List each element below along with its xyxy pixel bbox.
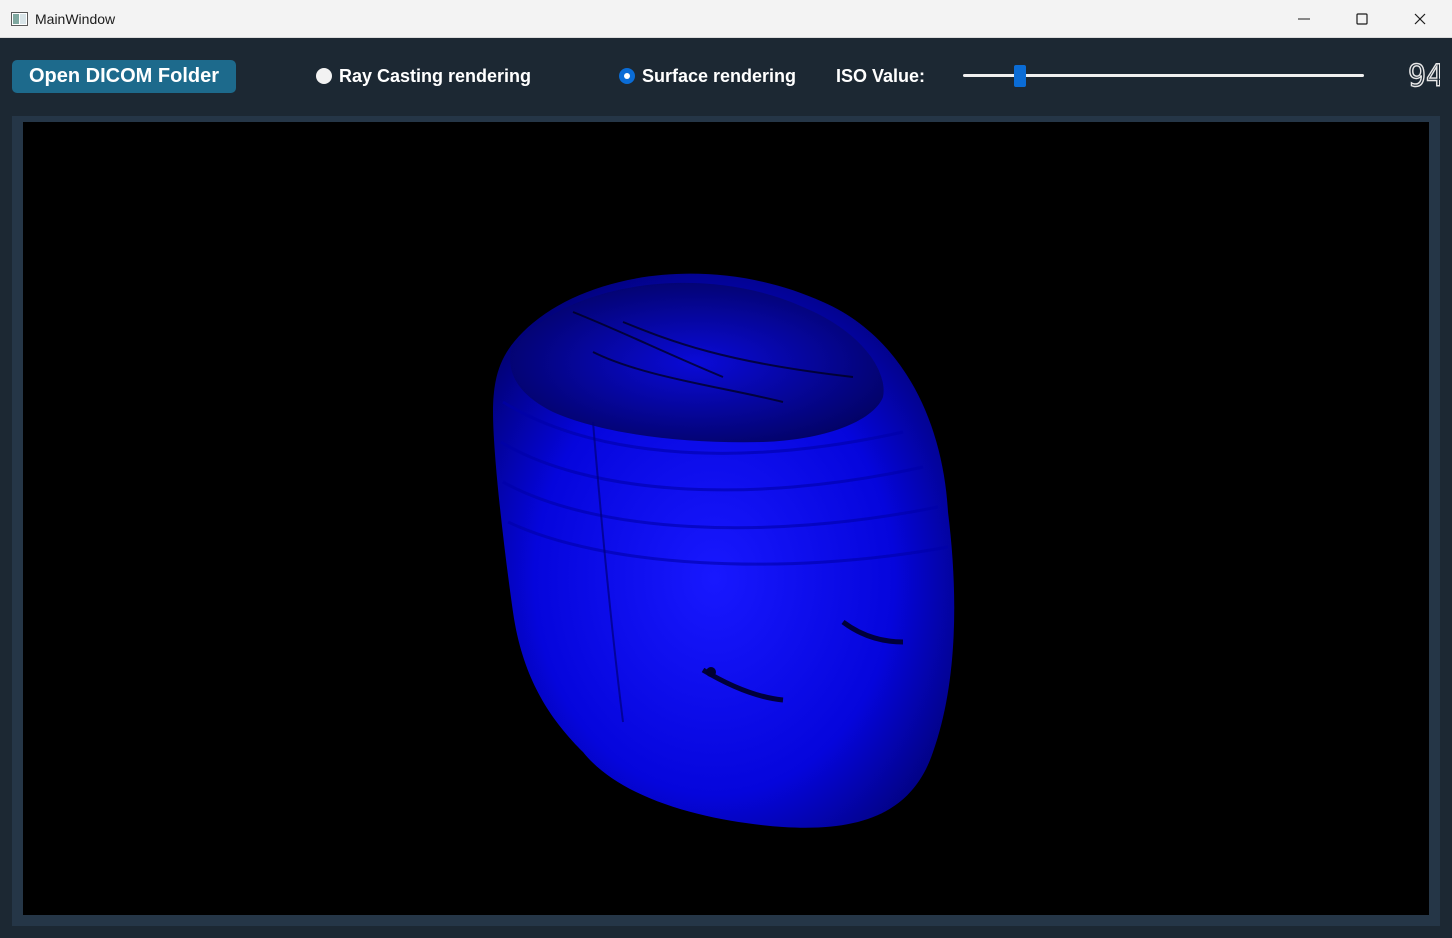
- ray-casting-radio[interactable]: [316, 68, 332, 84]
- open-dicom-folder-button[interactable]: Open DICOM Folder: [12, 60, 236, 93]
- slider-handle[interactable]: [1013, 65, 1026, 87]
- title-bar: MainWindow: [0, 0, 1452, 38]
- minimize-icon: [1298, 18, 1310, 20]
- iso-value-slider[interactable]: [963, 64, 1364, 88]
- window-title: MainWindow: [35, 11, 116, 27]
- close-icon: [1414, 13, 1426, 25]
- maximize-icon: [1356, 13, 1368, 25]
- surface-rendered-head: [493, 273, 955, 828]
- render-viewport[interactable]: [23, 122, 1429, 915]
- iso-value-lcd: 94: [1408, 61, 1440, 91]
- iso-value-display: 94: [1408, 61, 1440, 91]
- minimize-button[interactable]: [1275, 0, 1333, 38]
- iso-value-label: ISO Value:: [836, 66, 926, 86]
- surface-rendering-radio[interactable]: [619, 68, 635, 84]
- app-icon: [11, 12, 28, 26]
- close-button[interactable]: [1391, 0, 1449, 38]
- ray-casting-label[interactable]: Ray Casting rendering: [339, 66, 531, 86]
- toolbar: Open DICOM Folder Ray Casting rendering …: [0, 38, 1452, 116]
- maximize-button[interactable]: [1333, 0, 1391, 38]
- surface-rendering-label[interactable]: Surface rendering: [642, 66, 796, 86]
